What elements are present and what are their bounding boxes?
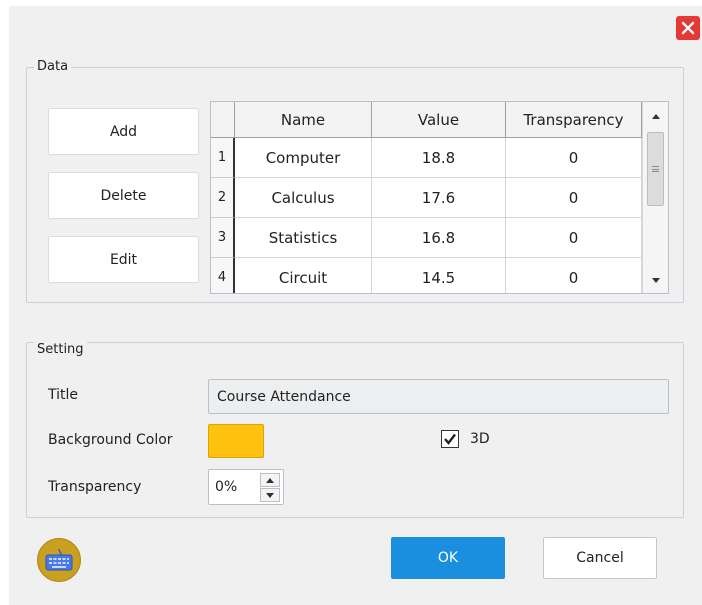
arrow-down-icon: [652, 277, 660, 283]
setting-group-legend: Setting: [34, 342, 87, 358]
close-button[interactable]: [676, 16, 700, 40]
checkmark-icon: [444, 433, 456, 445]
arrow-down-icon: [266, 492, 274, 498]
transparency-label: Transparency: [48, 479, 142, 495]
row-header[interactable]: 1: [211, 138, 235, 178]
add-button[interactable]: Add: [48, 108, 199, 155]
table-cell-name[interactable]: Calculus: [235, 178, 372, 218]
background-color-label: Background Color: [48, 432, 173, 448]
table-scrollbar[interactable]: [642, 102, 668, 293]
background-color-swatch[interactable]: [208, 424, 264, 458]
scroll-up-button[interactable]: [643, 106, 668, 126]
row-header[interactable]: 4: [211, 258, 235, 293]
close-icon: [681, 21, 695, 35]
table-cell-value[interactable]: 17.6: [372, 178, 506, 218]
data-table: Name Value Transparency 1 Computer 18.8 …: [210, 101, 669, 294]
ok-button[interactable]: OK: [391, 537, 505, 579]
title-input[interactable]: [208, 379, 669, 414]
table-cell-value[interactable]: 16.8: [372, 218, 506, 258]
table-cell-transparency[interactable]: 0: [506, 178, 642, 218]
scroll-thumb[interactable]: [647, 132, 664, 206]
data-group-legend: Data: [34, 59, 72, 75]
table-cell-transparency[interactable]: 0: [506, 138, 642, 178]
transparency-spinner[interactable]: 0%: [208, 469, 284, 505]
title-label: Title: [48, 387, 79, 403]
table-cell-transparency[interactable]: 0: [506, 218, 642, 258]
table-cell-value[interactable]: 14.5: [372, 258, 506, 293]
row-header[interactable]: 2: [211, 178, 235, 218]
column-header-value[interactable]: Value: [372, 102, 506, 138]
edit-button[interactable]: Edit: [48, 236, 199, 283]
keyboard-icon: [45, 549, 73, 571]
three-d-label: 3D: [470, 431, 490, 447]
column-header-name[interactable]: Name: [235, 102, 372, 138]
arrow-up-icon: [266, 477, 274, 483]
arrow-up-icon: [652, 113, 660, 119]
keyboard-button[interactable]: [37, 538, 81, 582]
spinner-up-button[interactable]: [260, 473, 280, 487]
spinner-down-button[interactable]: [260, 488, 280, 502]
grip-icon: [652, 166, 659, 172]
table-corner: [211, 102, 235, 138]
row-header[interactable]: 3: [211, 218, 235, 258]
three-d-checkbox[interactable]: [441, 430, 459, 448]
scroll-down-button[interactable]: [643, 270, 668, 290]
cancel-button[interactable]: Cancel: [543, 537, 657, 579]
table-cell-value[interactable]: 18.8: [372, 138, 506, 178]
table-cell-name[interactable]: Statistics: [235, 218, 372, 258]
table-cell-transparency[interactable]: 0: [506, 258, 642, 293]
table-cell-name[interactable]: Circuit: [235, 258, 372, 293]
column-header-transparency[interactable]: Transparency: [506, 102, 642, 138]
table-cell-name[interactable]: Computer: [235, 138, 372, 178]
delete-button[interactable]: Delete: [48, 172, 199, 219]
transparency-value[interactable]: 0%: [215, 470, 237, 504]
